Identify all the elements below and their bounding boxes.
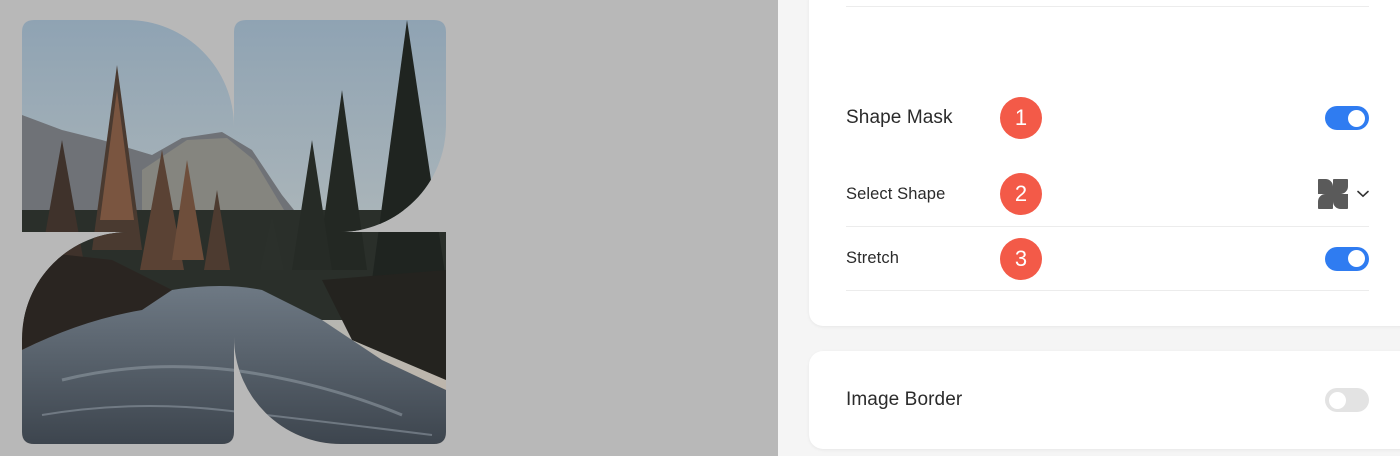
toggle-knob [1348, 250, 1365, 267]
step-badge-1: 1 [1000, 97, 1042, 139]
stretch-label: Stretch [846, 249, 899, 267]
select-shape-row: Select Shape 2 [846, 162, 1369, 227]
image-border-row: Image Border [846, 372, 1369, 428]
chevron-down-icon [1357, 190, 1369, 198]
stretch-row: Stretch 3 [846, 227, 1369, 291]
image-border-label: Image Border [846, 389, 963, 410]
stretch-toggle[interactable] [1325, 246, 1369, 271]
clover-shape-icon [1318, 179, 1348, 209]
shape-mask-toggle[interactable] [1325, 106, 1369, 130]
preview-canvas [0, 0, 778, 456]
image-border-toggle[interactable] [1325, 388, 1369, 412]
shape-mask-row: Shape Mask 1 [846, 90, 1369, 146]
step-badge-2: 2 [1000, 173, 1042, 215]
shape-dropdown[interactable] [1318, 179, 1369, 209]
masked-image-preview [22, 20, 446, 444]
image-border-card: Image Border [809, 351, 1400, 449]
toggle-knob [1329, 391, 1346, 409]
shape-mask-card: Shape Mask 1 Select Shape 2 Stretch 3 [809, 0, 1400, 326]
settings-panel: Shape Mask 1 Select Shape 2 Stretch 3 Im… [778, 0, 1400, 456]
step-badge-3: 3 [1000, 237, 1042, 280]
divider [846, 6, 1369, 7]
shape-mask-label: Shape Mask [846, 107, 953, 128]
select-shape-label: Select Shape [846, 184, 946, 203]
toggle-knob [1348, 109, 1365, 127]
